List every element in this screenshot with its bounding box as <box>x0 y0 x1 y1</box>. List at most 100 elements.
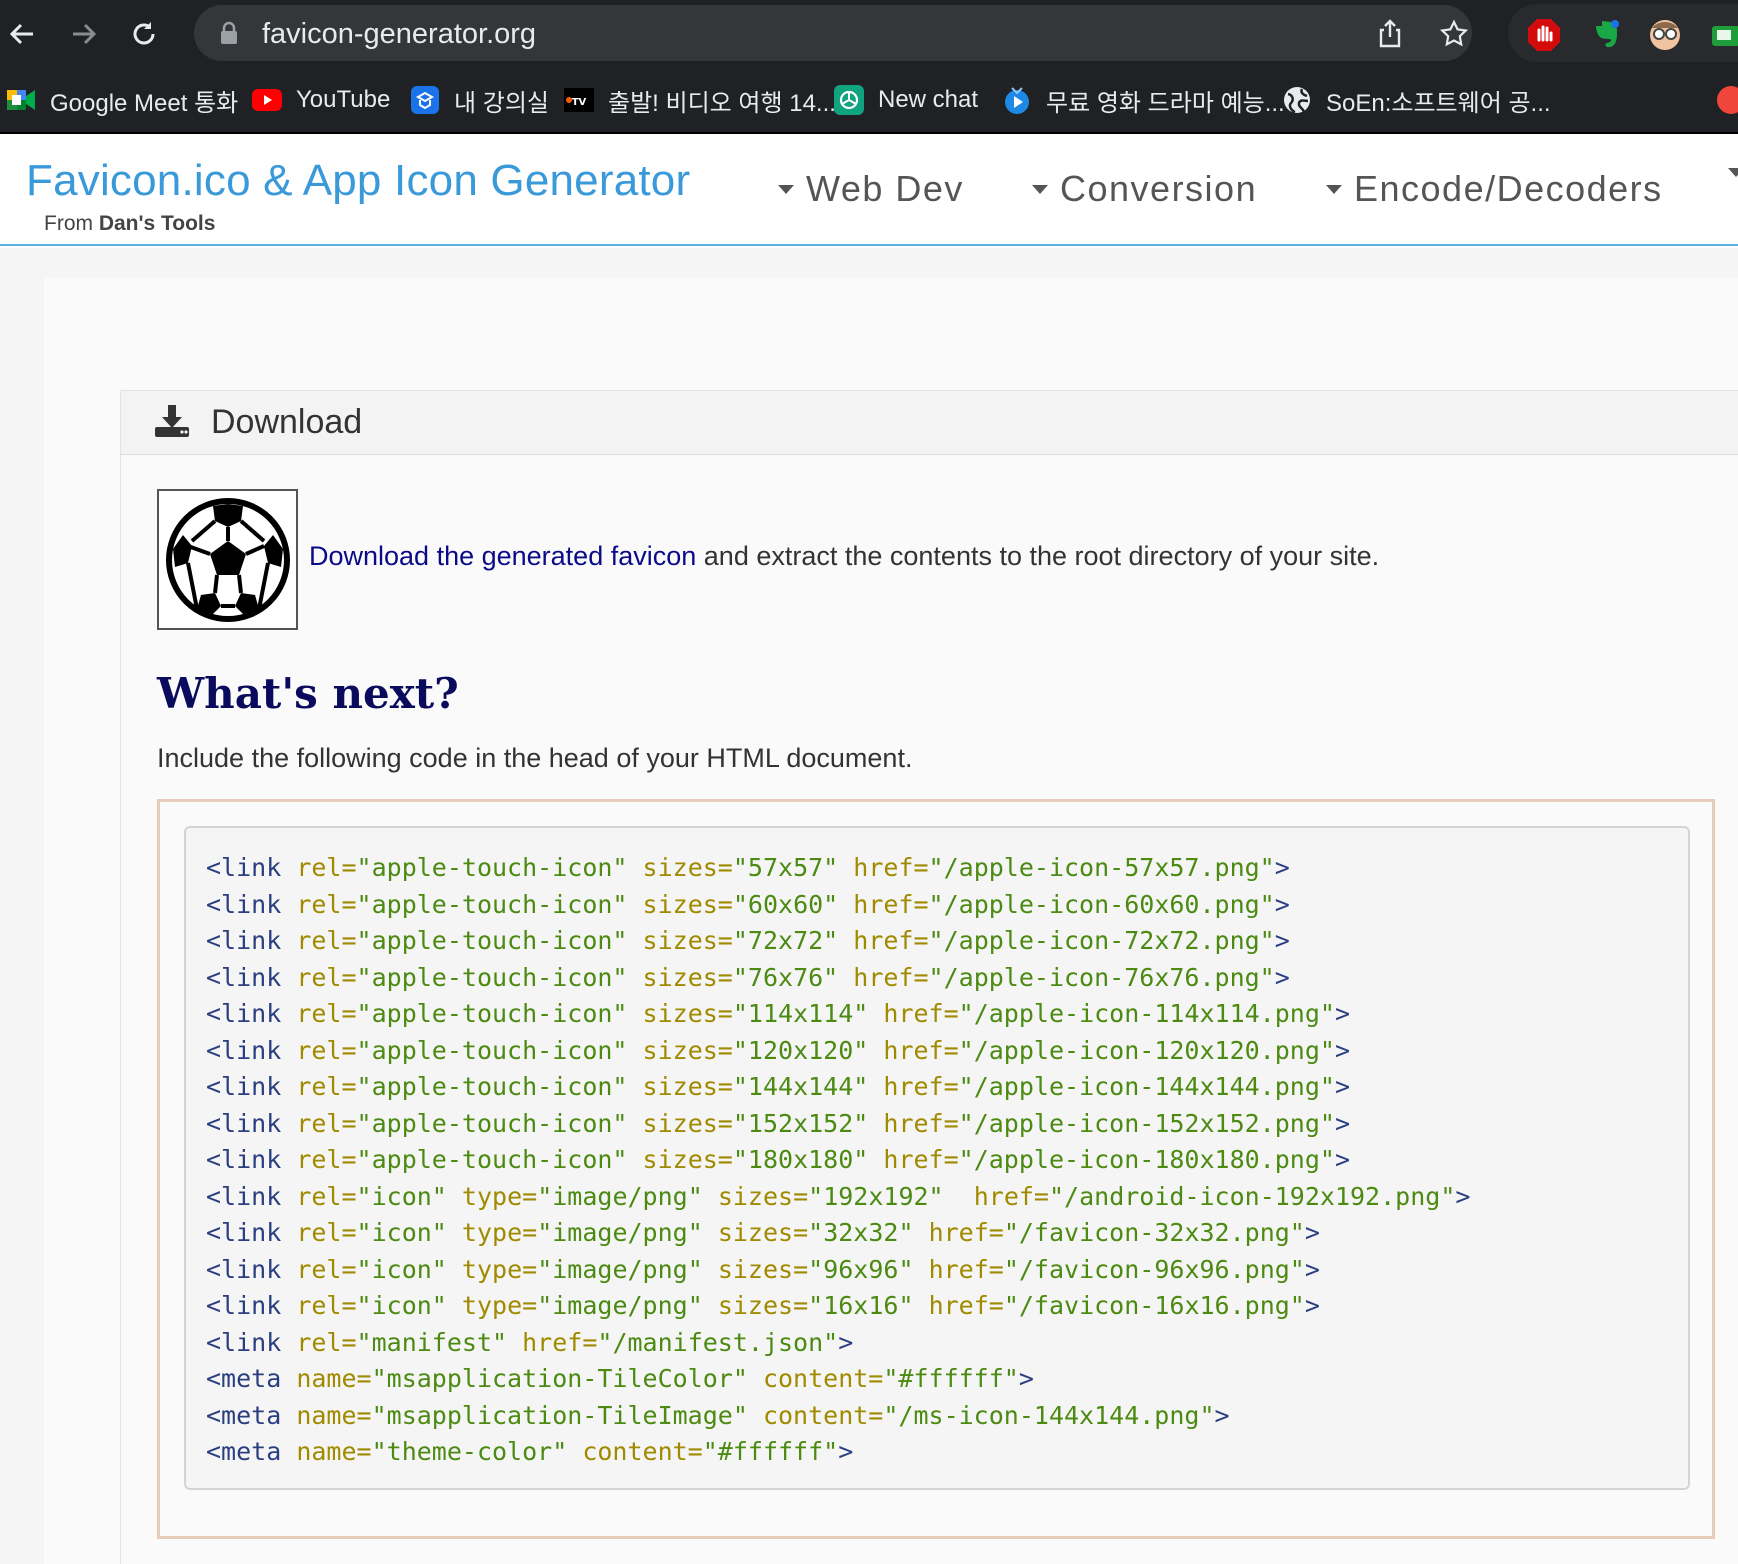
code-attr-value: "apple-touch-icon" <box>356 962 628 992</box>
code-attr-name: sizes= <box>642 926 733 955</box>
code-close-bracket: > <box>1274 926 1290 955</box>
code-attr-value: "/apple-icon-57x57.png" <box>928 853 1275 882</box>
browser-toolbar: favicon-generator.org <box>0 0 1738 66</box>
byline-author[interactable]: Dan's Tools <box>99 212 216 235</box>
code-close-bracket: > <box>1304 1291 1320 1320</box>
url-text[interactable]: favicon-generator.org <box>262 18 536 51</box>
code-attr-name: rel= <box>296 889 357 919</box>
code-tag: <link <box>206 962 282 992</box>
code-attr-name: href= <box>853 853 929 882</box>
code-attr-name: rel= <box>296 853 357 882</box>
code-attr-name: type= <box>461 1218 538 1247</box>
profile-extension[interactable] <box>1646 16 1684 54</box>
adblock-extension[interactable] <box>1525 16 1563 54</box>
code-tag: <link <box>206 889 282 919</box>
bookmark-movies[interactable]: 무료 영화 드라마 예능... <box>1002 79 1285 121</box>
download-favicon-link[interactable]: Download the generated favicon <box>309 541 696 571</box>
code-attr-name: sizes= <box>642 853 733 882</box>
code-attr-name: sizes= <box>642 1072 733 1101</box>
code-attr-value: "/apple-icon-60x60.png" <box>928 889 1275 919</box>
code-line: <link rel="apple-touch-icon" sizes="76x7… <box>206 960 1688 997</box>
code-attr-value: "apple-touch-icon" <box>356 1108 628 1138</box>
site-brand[interactable]: Favicon.ico & App Icon Generator <box>26 156 690 206</box>
code-close-bracket: > <box>1214 1400 1230 1430</box>
address-bar[interactable]: favicon-generator.org <box>194 5 1472 61</box>
menu-more[interactable] <box>1728 168 1738 177</box>
download-rest-text: and extract the contents to the root dir… <box>696 541 1380 571</box>
bookmarks-bar: Google Meet 통화 YouTube 내 강의실 TV 출발! 비디오 … <box>0 66 1738 134</box>
code-attr-name: href= <box>928 1291 1004 1320</box>
code-attr-name: href= <box>883 1072 959 1101</box>
play-icon <box>1002 85 1032 115</box>
share-button[interactable] <box>1368 12 1412 56</box>
code-tag: <link <box>206 1072 282 1101</box>
menu-label: Conversion <box>1060 168 1258 209</box>
code-attr-value: "#ffffff" <box>883 1364 1019 1393</box>
caret-down-icon <box>1728 168 1738 177</box>
menu-encode-decoders[interactable]: Encode/Decoders <box>1326 168 1663 210</box>
code-line: <link rel="apple-touch-icon" sizes="144x… <box>206 1069 1688 1106</box>
code-line: <link rel="apple-touch-icon" sizes="114x… <box>206 996 1688 1033</box>
forward-button[interactable] <box>62 12 106 56</box>
code-line: <meta name="theme-color" content="#fffff… <box>206 1434 1688 1471</box>
code-attr-value: "apple-touch-icon" <box>356 926 628 955</box>
code-attr-value: "/apple-icon-114x114.png" <box>958 999 1335 1028</box>
code-attr-name: href= <box>883 1145 959 1174</box>
code-attr-name: name= <box>296 1437 372 1466</box>
globe-icon <box>1282 85 1312 115</box>
code-attr-value: "152x152" <box>732 1108 869 1138</box>
code-attr-value: "icon" <box>356 1181 447 1211</box>
caret-down-icon <box>778 184 794 194</box>
bookmark-classroom[interactable]: 내 강의실 <box>410 79 549 121</box>
code-line: <link rel="apple-touch-icon" sizes="57x5… <box>206 850 1688 887</box>
share-icon <box>1379 19 1401 48</box>
download-panel: Download Download the generated favicon … <box>120 390 1738 1564</box>
code-attr-value: "/favicon-96x96.png" <box>1003 1254 1305 1284</box>
bookmark-youtube[interactable]: YouTube <box>252 79 390 121</box>
code-tag: <link <box>206 926 282 955</box>
code-attr-name: rel= <box>296 1291 357 1320</box>
code-tag: <link <box>206 853 282 882</box>
code-attr-value: "/favicon-32x32.png" <box>1003 1218 1305 1247</box>
bookmark-overflow[interactable] <box>1716 79 1738 121</box>
soccer-ball-icon <box>165 497 290 622</box>
code-line: <link rel="apple-touch-icon" sizes="180x… <box>206 1142 1688 1179</box>
bookmark-google-meet[interactable]: Google Meet 통화 <box>6 79 238 121</box>
code-line: <link rel="icon" type="image/png" sizes=… <box>206 1288 1688 1325</box>
download-instruction: Download the generated favicon and extra… <box>309 541 1379 572</box>
code-tag: <link <box>206 1327 282 1357</box>
panel-title: Download <box>211 403 363 441</box>
back-button[interactable] <box>0 12 44 56</box>
code-line: <link rel="apple-touch-icon" sizes="152x… <box>206 1106 1688 1143</box>
code-attr-name: href= <box>883 1108 959 1138</box>
code-close-bracket: > <box>1274 853 1290 882</box>
code-attr-name: rel= <box>296 1145 357 1174</box>
bookmark-star-button[interactable] <box>1432 12 1476 56</box>
code-tag: <link <box>206 1291 282 1320</box>
bookmark-tv[interactable]: TV 출발! 비디오 여행 14... <box>564 79 836 121</box>
code-attr-name: rel= <box>296 1327 357 1357</box>
classroom-icon <box>410 85 440 115</box>
code-attr-value: "icon" <box>356 1254 447 1284</box>
reload-icon <box>133 22 155 45</box>
menu-web-dev[interactable]: Web Dev <box>778 168 964 210</box>
reload-button[interactable] <box>122 12 166 56</box>
code-attr-name: rel= <box>296 1035 357 1065</box>
code-close-bracket: > <box>838 1437 854 1466</box>
code-attr-value: "manifest" <box>356 1327 508 1357</box>
code-tag: <meta <box>206 1400 282 1430</box>
code-block[interactable]: <link rel="apple-touch-icon" sizes="57x5… <box>184 826 1690 1490</box>
bookmark-soen[interactable]: SoEn:소프트웨어 공... <box>1282 79 1551 121</box>
code-attr-name: sizes= <box>717 1218 809 1247</box>
bookmark-new-chat[interactable]: New chat <box>834 79 978 121</box>
evernote-extension[interactable] <box>1586 16 1624 54</box>
code-attr-value: "/manifest.json" <box>597 1327 839 1357</box>
code-line: <link rel="manifest" href="/manifest.jso… <box>206 1325 1688 1362</box>
code-tag: <link <box>206 1108 282 1138</box>
code-attr-name: href= <box>853 926 929 955</box>
code-attr-name: sizes= <box>642 962 733 992</box>
code-attr-name: sizes= <box>642 999 733 1028</box>
green-extension[interactable] <box>1706 16 1738 54</box>
menu-conversion[interactable]: Conversion <box>1032 168 1257 210</box>
code-close-bracket: > <box>1334 1108 1351 1138</box>
